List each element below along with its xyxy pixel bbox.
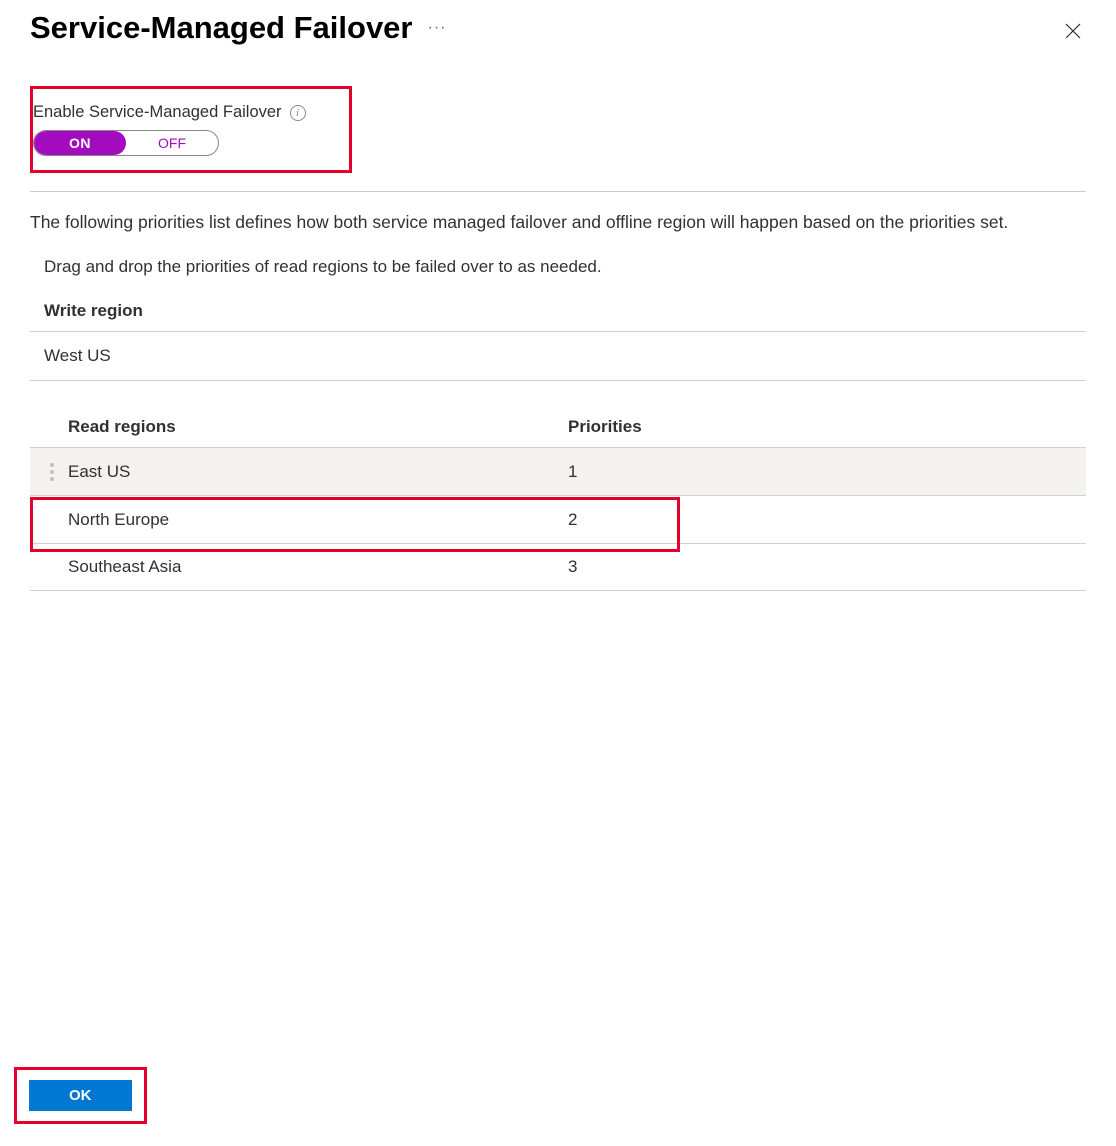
read-regions-heading: Read regions [68,417,568,437]
description-text: The following priorities list defines ho… [30,210,1086,235]
priorities-heading: Priorities [568,417,1086,437]
region-priority: 3 [568,557,1086,577]
info-icon[interactable]: i [290,105,306,121]
toggle-off: OFF [126,131,218,155]
region-name: Southeast Asia [68,557,568,577]
region-priority: 2 [568,510,1086,530]
drag-handle-icon[interactable] [30,463,68,481]
table-row[interactable]: East US 1 [30,447,1086,495]
failover-toggle[interactable]: ON OFF [33,130,219,156]
write-region-heading: Write region [44,301,1086,331]
section-divider [30,191,1086,192]
toggle-highlight-box: Enable Service-Managed Failover i ON OFF [30,86,352,173]
read-regions-table: Read regions Priorities East US 1 North … [30,417,1086,591]
ok-button[interactable]: OK [29,1080,132,1111]
table-row[interactable]: North Europe 2 [30,495,1086,543]
table-row[interactable]: Southeast Asia 3 [30,543,1086,591]
more-options-icon[interactable]: ··· [428,19,447,37]
close-icon[interactable] [1064,22,1082,45]
region-name: North Europe [68,510,568,530]
region-name: East US [68,462,568,482]
page-title: Service-Managed Failover [30,10,413,46]
ok-highlight-box: OK [14,1067,147,1124]
row-divider [30,380,1086,381]
toggle-label: Enable Service-Managed Failover [33,103,282,122]
write-region-value: West US [30,332,1086,380]
instruction-text: Drag and drop the priorities of read reg… [44,257,1086,277]
toggle-on: ON [34,131,126,155]
region-priority: 1 [568,462,1086,482]
